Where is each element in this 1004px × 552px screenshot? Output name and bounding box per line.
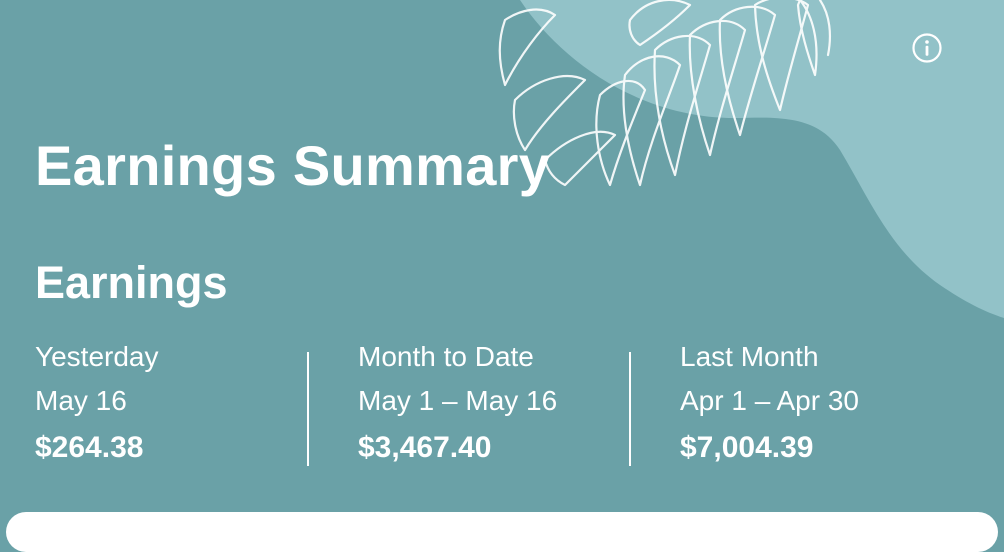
earnings-period-yesterday: Yesterday May 16 $264.38	[35, 340, 305, 466]
earnings-section-title: Earnings	[35, 257, 228, 308]
earnings-period-month-to-date: Month to Date May 1 – May 16 $3,467.40	[358, 340, 628, 466]
info-icon	[912, 33, 942, 63]
period-amount: $7,004.39	[680, 431, 814, 464]
info-button[interactable]	[911, 32, 943, 64]
period-label: Yesterday	[35, 341, 159, 372]
period-amount: $264.38	[35, 431, 144, 464]
period-date-range: May 1 – May 16	[358, 385, 558, 416]
period-date-range: May 16	[35, 385, 127, 416]
period-label: Last Month	[680, 341, 819, 372]
earnings-period-last-month: Last Month Apr 1 – Apr 30 $7,004.39	[680, 340, 950, 466]
period-label: Month to Date	[358, 341, 534, 372]
period-date-range: Apr 1 – Apr 30	[680, 385, 860, 416]
column-divider	[307, 352, 309, 466]
column-divider	[629, 352, 631, 466]
bottom-card	[6, 512, 998, 552]
period-amount: $3,467.40	[358, 431, 492, 464]
page-title: Earnings Summary	[35, 134, 551, 197]
